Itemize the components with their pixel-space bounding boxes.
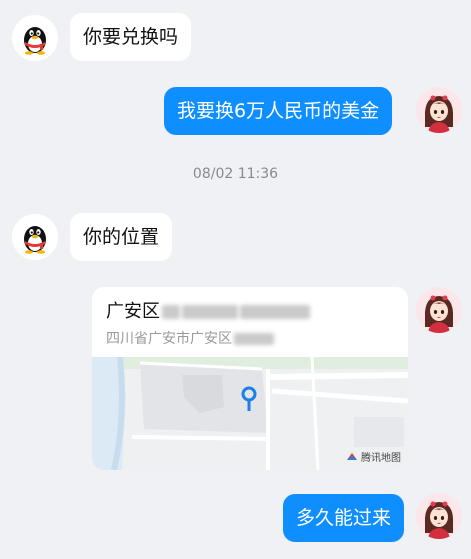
- contact-avatar[interactable]: [12, 214, 58, 260]
- qq-penguin-icon: [12, 15, 58, 61]
- anime-girl-avatar-icon: [416, 87, 462, 133]
- message-text: 我要换6万人民币的美金: [177, 100, 380, 122]
- redacted-text: [240, 305, 310, 319]
- message-text: 你要兑换吗: [83, 26, 179, 48]
- message-timestamp: 08/02 11:36: [192, 166, 279, 182]
- map-brand: 腾讯地图: [346, 449, 401, 464]
- tencent-map-logo-icon: [347, 452, 357, 460]
- location-card[interactable]: 广安区 四川省广安市广安区 腾讯地图: [92, 287, 408, 470]
- contact-avatar[interactable]: [12, 15, 58, 61]
- anime-girl-avatar-icon: [416, 287, 462, 333]
- user-avatar[interactable]: [416, 493, 462, 539]
- message-bubble-outgoing[interactable]: 多久能过来: [283, 494, 405, 542]
- redacted-text: [234, 333, 274, 345]
- location-title: 广安区: [106, 297, 310, 323]
- user-avatar[interactable]: [416, 287, 462, 333]
- message-bubble-incoming[interactable]: 你的位置: [70, 213, 173, 261]
- anime-girl-avatar-icon: [416, 493, 462, 539]
- user-avatar[interactable]: [416, 87, 462, 133]
- message-text: 多久能过来: [296, 507, 392, 529]
- message-bubble-outgoing[interactable]: 我要换6万人民币的美金: [164, 87, 393, 135]
- location-address: 四川省广安市广安区: [106, 328, 274, 348]
- map-preview[interactable]: 腾讯地图: [92, 356, 408, 470]
- message-text: 你的位置: [83, 226, 160, 248]
- message-bubble-incoming[interactable]: 你要兑换吗: [70, 13, 192, 61]
- qq-penguin-icon: [12, 214, 58, 260]
- redacted-text: [162, 305, 180, 319]
- redacted-text: [182, 305, 238, 319]
